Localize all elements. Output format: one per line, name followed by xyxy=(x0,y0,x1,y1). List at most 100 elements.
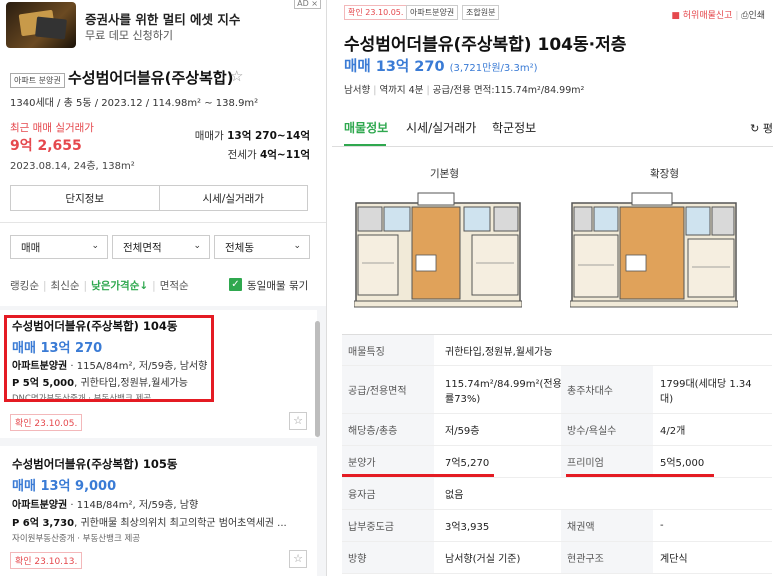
presale-highlight-underline xyxy=(342,474,494,477)
listing-spec-detail: · 114B/84m², 저/59층, 남향 xyxy=(67,500,199,511)
complex-name: 수성범어더블유(주상복합) xyxy=(68,69,234,87)
building-dropdown[interactable]: 전체동 ⌄ xyxy=(214,235,310,259)
table-row: 매물특징 귀한타입,정원뷰,월세가능 xyxy=(342,334,772,366)
detail-actions: ■ 허위매물신고 | ⎙인쇄 xyxy=(671,11,765,21)
row-value: - xyxy=(660,520,664,531)
row-value: 7억5,270 xyxy=(445,458,490,469)
complex-info-button[interactable]: 단지정보 xyxy=(11,186,159,210)
favorite-star-icon[interactable]: ☆ xyxy=(230,67,243,85)
complex-type-tag: 아파트 분양권 xyxy=(10,73,65,88)
favorite-star-icon[interactable]: ☆ xyxy=(289,412,307,430)
row-label: 프리미엄 xyxy=(561,446,653,477)
area-value: 전체면적 xyxy=(123,241,162,254)
sort-options: 랭킹순 | 최신순 | 낮은가격순↓ | 면적순 xyxy=(10,280,189,292)
detail-price: 매매 13억 270 (3,721만원/3.3m²) xyxy=(344,55,537,76)
confirm-date-badge: 확인 23.10.13. xyxy=(10,552,83,569)
listing-desc: P 6억 3,730, 귀한매물 최상의위치 최고의학군 범어초역세권 ... xyxy=(12,514,287,529)
tab-school-info[interactable]: 학군정보 xyxy=(492,119,536,136)
ad-title[interactable]: 증권사를 위한 멀티 에셋 지수 xyxy=(85,9,240,28)
recent-trade-price: 9억 2,655 xyxy=(10,138,82,154)
area-value-line1: 115.74m²/84.99m²(전용 xyxy=(445,378,562,390)
floorplan-extended-label: 확장형 xyxy=(650,168,679,180)
table-row: 공급/전용면적 115.74m²/84.99m²(전용 률73%) 총주차대수 … xyxy=(342,366,772,414)
listing-scrollbar[interactable] xyxy=(315,321,320,437)
row-value: 귀한타입,정원뷰,월세가능 xyxy=(445,346,553,358)
row-value: 115.74m²/84.99m²(전용 률73%) xyxy=(445,366,562,413)
recent-trade-label: 최근 매매 실거래가 xyxy=(10,122,94,134)
area-toggle-label: 평 xyxy=(762,122,773,135)
row-label: 해당층/총층 xyxy=(342,414,434,445)
siren-icon: ■ xyxy=(671,11,680,21)
row-value: 1799대(세대당 1.34 대) xyxy=(660,366,752,413)
jeonse-price-value: 4억~11억 xyxy=(259,149,310,161)
ad-subtitle[interactable]: 무료 데모 신청하기 xyxy=(85,27,173,43)
recent-trade-date: 2023.08.14, 24층, 138m² xyxy=(10,161,135,172)
chevron-down-icon: ⌄ xyxy=(293,241,301,251)
listing-source: 자이원부동산중개 · 부동산뱅크 제공 xyxy=(12,534,141,544)
confirm-date-badge: 확인 23.10.05. xyxy=(10,414,83,431)
ad-banner[interactable]: 증권사를 위한 멀티 에셋 지수 무료 데모 신청하기 AD × xyxy=(0,0,326,52)
row-label: 방향 xyxy=(342,542,434,573)
bundle-checkbox-label[interactable]: 동일매물 묶기 xyxy=(247,278,308,293)
confirm-tag: 확인 23.10.05. xyxy=(344,5,408,20)
price-history-button[interactable]: 시세/실거래가 xyxy=(158,186,308,210)
meta-area: 공급/전용 면적:115.74m²/84.99m² xyxy=(432,85,585,96)
tabs-divider xyxy=(332,146,773,147)
refresh-icon: ↻ xyxy=(750,122,760,135)
meta-direction: 남서향 xyxy=(344,85,371,96)
chevron-down-icon: ⌄ xyxy=(91,241,99,251)
report-label: 허위매물신고 xyxy=(682,11,733,21)
chevron-down-icon: ⌄ xyxy=(193,241,201,251)
sort-area[interactable]: 면적순 xyxy=(160,280,189,292)
row-value: 남서향(거실 기준) xyxy=(445,554,521,565)
row-label: 채권액 xyxy=(561,510,653,541)
row-label: 융자금 xyxy=(342,478,434,509)
detail-meta: 남서향 | 역까지 4분 | 공급/전용 면적:115.74m²/84.99m² xyxy=(344,85,585,96)
row-label: 방수/욕실수 xyxy=(561,414,653,445)
report-button[interactable]: ■ 허위매물신고 xyxy=(671,11,732,21)
detail-price-value: 매매 13억 270 xyxy=(344,59,445,75)
ad-close-badge[interactable]: AD × xyxy=(294,0,321,9)
detail-panel: 확인 23.10.05. 아파트분양권 조합원분 ■ 허위매물신고 | ⎙인쇄 … xyxy=(332,0,773,576)
left-panel: 증권사를 위한 멀티 에셋 지수 무료 데모 신청하기 AD × 아파트 분양권… xyxy=(0,0,327,576)
jeonse-price-range: 전세가 4억~11억 xyxy=(228,147,310,162)
floorplan-basic-image[interactable] xyxy=(354,183,522,308)
sort-low-price[interactable]: 낮은가격순↓ xyxy=(91,280,148,292)
print-label: 인쇄 xyxy=(748,11,765,21)
premium-highlight-underline xyxy=(566,474,714,477)
listing-spec-type: 아파트분양권 xyxy=(12,500,68,511)
row-label: 매물특징 xyxy=(342,335,434,365)
row-label: 총주차대수 xyxy=(561,366,653,413)
trade-type-dropdown[interactable]: 매매 ⌄ xyxy=(10,235,108,259)
ad-thumbnail xyxy=(6,2,76,48)
row-value: 3억3,935 xyxy=(445,522,490,533)
complex-meta: 1340세대 / 총 5동 / 2023.12 / 114.98m² ~ 138… xyxy=(10,98,259,109)
area-dropdown[interactable]: 전체면적 ⌄ xyxy=(112,235,210,259)
sort-ranking[interactable]: 랭킹순 xyxy=(10,280,39,292)
jeonse-price-label: 전세가 xyxy=(227,149,257,161)
area-value-line2: 률73%) xyxy=(445,393,481,405)
building-value: 전체동 xyxy=(225,241,254,254)
floorplan-extended-image[interactable] xyxy=(570,183,738,308)
favorite-star-icon[interactable]: ☆ xyxy=(289,550,307,568)
parking-value-line1: 1799대(세대당 1.34 xyxy=(660,378,752,390)
listing-desc-text: , 귀한매물 최상의위치 최고의학군 범어초역세권 ... xyxy=(74,518,287,529)
sale-price-range: 매매가 13억 270~14억 xyxy=(195,128,310,143)
detail-title: 수성범어더블유(주상복합) 104동·저층 xyxy=(344,35,627,55)
sort-latest[interactable]: 최신순 xyxy=(51,280,80,292)
table-row: 납부중도금 3억3,935 채권액 - xyxy=(342,510,772,542)
print-button[interactable]: ⎙인쇄 xyxy=(741,11,765,21)
tab-price-history[interactable]: 시세/실거래가 xyxy=(406,119,476,136)
bundle-checkbox[interactable]: ✓ xyxy=(229,278,242,291)
row-value: 없음 xyxy=(445,490,464,501)
meta-station: 역까지 4분 xyxy=(379,85,424,96)
listing-item[interactable]: 수성범어더블유(주상복합) 105동 매매 13억 9,000 아파트분양권 ·… xyxy=(0,446,317,576)
association-tag: 조합원분 xyxy=(462,5,500,20)
row-label: 공급/전용면적 xyxy=(342,366,434,413)
app-root: 증권사를 위한 멀티 에셋 지수 무료 데모 신청하기 AD × 아파트 분양권… xyxy=(0,0,773,576)
tab-listing-info[interactable]: 매물정보 xyxy=(344,119,388,136)
row-value: 4/2개 xyxy=(660,426,686,437)
area-toggle-button[interactable]: ↻ 평 xyxy=(750,120,773,136)
divider xyxy=(0,222,326,223)
sale-price-label: 매매가 xyxy=(194,130,224,142)
